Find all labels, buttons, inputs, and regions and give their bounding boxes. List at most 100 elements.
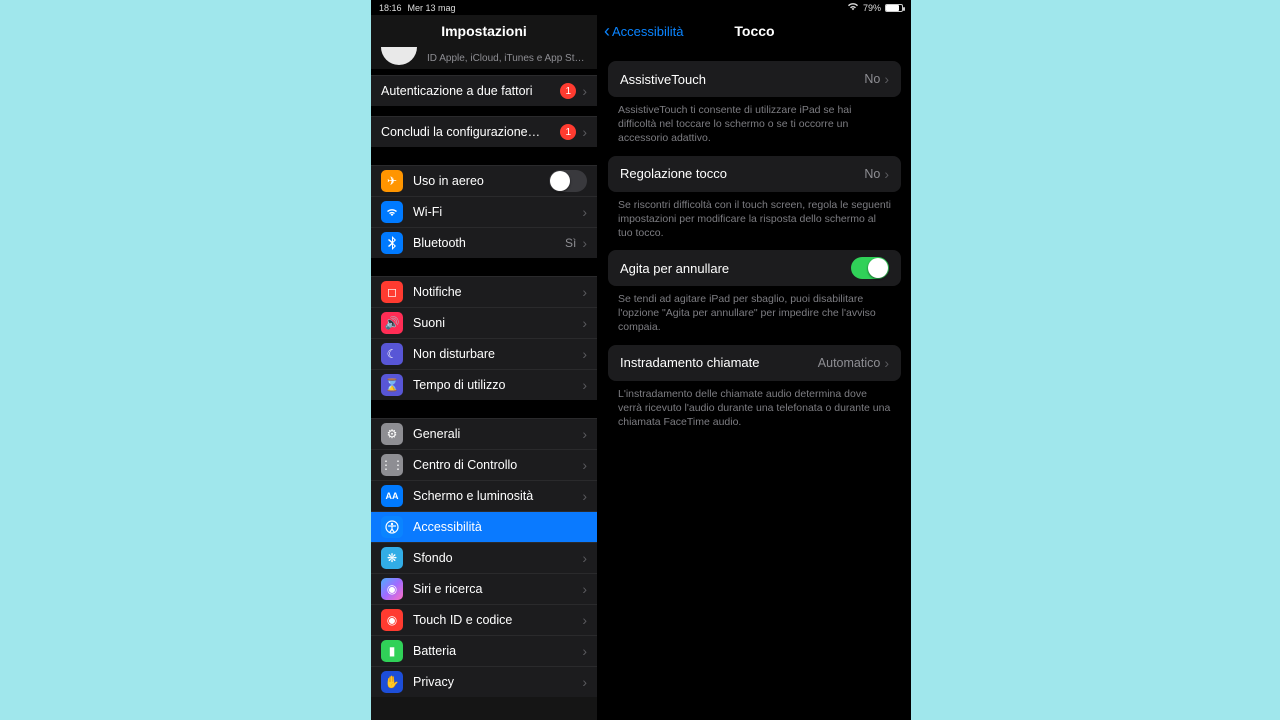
row-notifications-label: Notifiche (413, 285, 576, 299)
row-battery-label: Batteria (413, 644, 576, 658)
chevron-right-icon: › (582, 488, 587, 504)
sidebar-title-label: Impostazioni (441, 23, 527, 39)
chevron-right-icon: › (884, 166, 889, 182)
row-shake-to-undo-label: Agita per annullare (620, 261, 851, 276)
chevron-right-icon: › (582, 550, 587, 566)
chevron-right-icon: › (582, 124, 587, 140)
gear-icon: ⚙ (381, 423, 403, 445)
row-wallpaper[interactable]: ❋ Sfondo › (371, 542, 597, 573)
sidebar-title: Impostazioni (371, 15, 597, 47)
back-button[interactable]: ‹ Accessibilità (604, 22, 684, 40)
chevron-right-icon: › (582, 377, 587, 393)
settings-sidebar: Impostazioni ID Apple, iCloud, iTunes e … (371, 15, 598, 720)
row-dnd[interactable]: ☾ Non disturbare › (371, 338, 597, 369)
control-center-icon: ⋮⋮ (381, 454, 403, 476)
hourglass-icon: ⌛ (381, 374, 403, 396)
row-accessibility-label: Accessibilità (413, 520, 587, 534)
chevron-right-icon: › (884, 71, 889, 87)
row-touch-accommodations-value: No (864, 167, 880, 181)
row-wallpaper-label: Sfondo (413, 551, 576, 565)
row-call-routing[interactable]: Instradamento chiamate Automatico › (608, 345, 901, 381)
row-wifi[interactable]: Wi-Fi › (371, 196, 597, 227)
moon-icon: ☾ (381, 343, 403, 365)
chevron-right-icon: › (582, 235, 587, 251)
row-call-routing-label: Instradamento chiamate (620, 355, 818, 370)
row-assistive-touch-label: AssistiveTouch (620, 72, 864, 87)
row-display[interactable]: AA Schermo e luminosità › (371, 480, 597, 511)
row-privacy[interactable]: ✋ Privacy › (371, 666, 597, 697)
chevron-right-icon: › (582, 581, 587, 597)
row-finish-setup-label: Concludi la configurazione… (381, 125, 554, 139)
ipad-settings-window: 18:16 Mer 13 mag 79% Impostazioni ID App… (371, 0, 911, 720)
row-notifications[interactable]: ◻ Notifiche › (371, 276, 597, 307)
chevron-right-icon: › (582, 643, 587, 659)
row-shake-to-undo[interactable]: Agita per annullare (608, 250, 901, 286)
row-finish-setup[interactable]: Concludi la configurazione… 1 › (371, 116, 597, 147)
chevron-right-icon: › (582, 284, 587, 300)
chevron-right-icon: › (884, 355, 889, 371)
battery-icon (885, 4, 903, 12)
wallpaper-icon: ❋ (381, 547, 403, 569)
row-screentime[interactable]: ⌛ Tempo di utilizzo › (371, 369, 597, 400)
chevron-right-icon: › (582, 204, 587, 220)
bluetooth-icon (381, 232, 403, 254)
row-touch-accommodations-label: Regolazione tocco (620, 166, 864, 181)
chevron-right-icon: › (582, 457, 587, 473)
apple-id-row[interactable]: ID Apple, iCloud, iTunes e App St… (371, 47, 597, 69)
status-time: 18:16 (379, 3, 402, 13)
apple-id-subtitle: ID Apple, iCloud, iTunes e App St… (427, 53, 585, 64)
chevron-left-icon: ‹ (604, 22, 610, 40)
chevron-right-icon: › (582, 83, 587, 99)
chevron-right-icon: › (582, 674, 587, 690)
row-touch-accommodations[interactable]: Regolazione tocco No › (608, 156, 901, 192)
badge-icon: 1 (560, 83, 576, 99)
airplane-icon: ✈ (381, 170, 403, 192)
chevron-right-icon: › (582, 426, 587, 442)
row-touchid[interactable]: ◉ Touch ID e codice › (371, 604, 597, 635)
row-general-label: Generali (413, 427, 576, 441)
row-airplane-label: Uso in aereo (413, 174, 549, 188)
row-airplane[interactable]: ✈ Uso in aereo (371, 165, 597, 196)
row-general[interactable]: ⚙ Generali › (371, 418, 597, 449)
detail-navbar: ‹ Accessibilità Tocco (598, 15, 911, 47)
status-bar: 18:16 Mer 13 mag 79% (371, 0, 911, 15)
chevron-right-icon: › (582, 612, 587, 628)
back-label: Accessibilità (612, 24, 684, 39)
shake-to-undo-switch[interactable] (851, 257, 889, 279)
siri-icon: ◉ (381, 578, 403, 600)
sounds-icon: 🔊 (381, 312, 403, 334)
accessibility-icon (381, 516, 403, 538)
row-call-routing-value: Automatico (818, 356, 881, 370)
row-screentime-label: Tempo di utilizzo (413, 378, 576, 392)
privacy-icon: ✋ (381, 671, 403, 693)
wifi-icon (847, 2, 859, 13)
row-touchid-label: Touch ID e codice (413, 613, 576, 627)
call-routing-footer: L'instradamento delle chiamate audio det… (598, 381, 911, 440)
wifi-icon (381, 201, 403, 223)
row-bluetooth-label: Bluetooth (413, 236, 559, 250)
row-siri[interactable]: ◉ Siri e ricerca › (371, 573, 597, 604)
row-bluetooth-value: Sì (565, 236, 576, 250)
shake-to-undo-footer: Se tendi ad agitare iPad per sbaglio, pu… (598, 286, 911, 345)
row-assistive-touch[interactable]: AssistiveTouch No › (608, 61, 901, 97)
status-date: Mer 13 mag (408, 3, 456, 13)
display-icon: AA (381, 485, 403, 507)
row-display-label: Schermo e luminosità (413, 489, 576, 503)
badge-icon: 1 (560, 124, 576, 140)
row-sounds[interactable]: 🔊 Suoni › (371, 307, 597, 338)
row-wifi-label: Wi-Fi (413, 205, 570, 219)
detail-title: Tocco (734, 23, 774, 39)
row-two-factor[interactable]: Autenticazione a due fattori 1 › (371, 75, 597, 106)
row-control-center[interactable]: ⋮⋮ Centro di Controllo › (371, 449, 597, 480)
row-siri-label: Siri e ricerca (413, 582, 576, 596)
row-two-factor-label: Autenticazione a due fattori (381, 84, 554, 98)
row-control-center-label: Centro di Controllo (413, 458, 576, 472)
row-accessibility[interactable]: Accessibilità (371, 511, 597, 542)
airplane-switch[interactable] (549, 170, 587, 192)
touchid-icon: ◉ (381, 609, 403, 631)
row-battery[interactable]: ▮ Batteria › (371, 635, 597, 666)
row-bluetooth[interactable]: Bluetooth Sì › (371, 227, 597, 258)
avatar-icon (381, 47, 417, 65)
row-sounds-label: Suoni (413, 316, 576, 330)
row-dnd-label: Non disturbare (413, 347, 576, 361)
